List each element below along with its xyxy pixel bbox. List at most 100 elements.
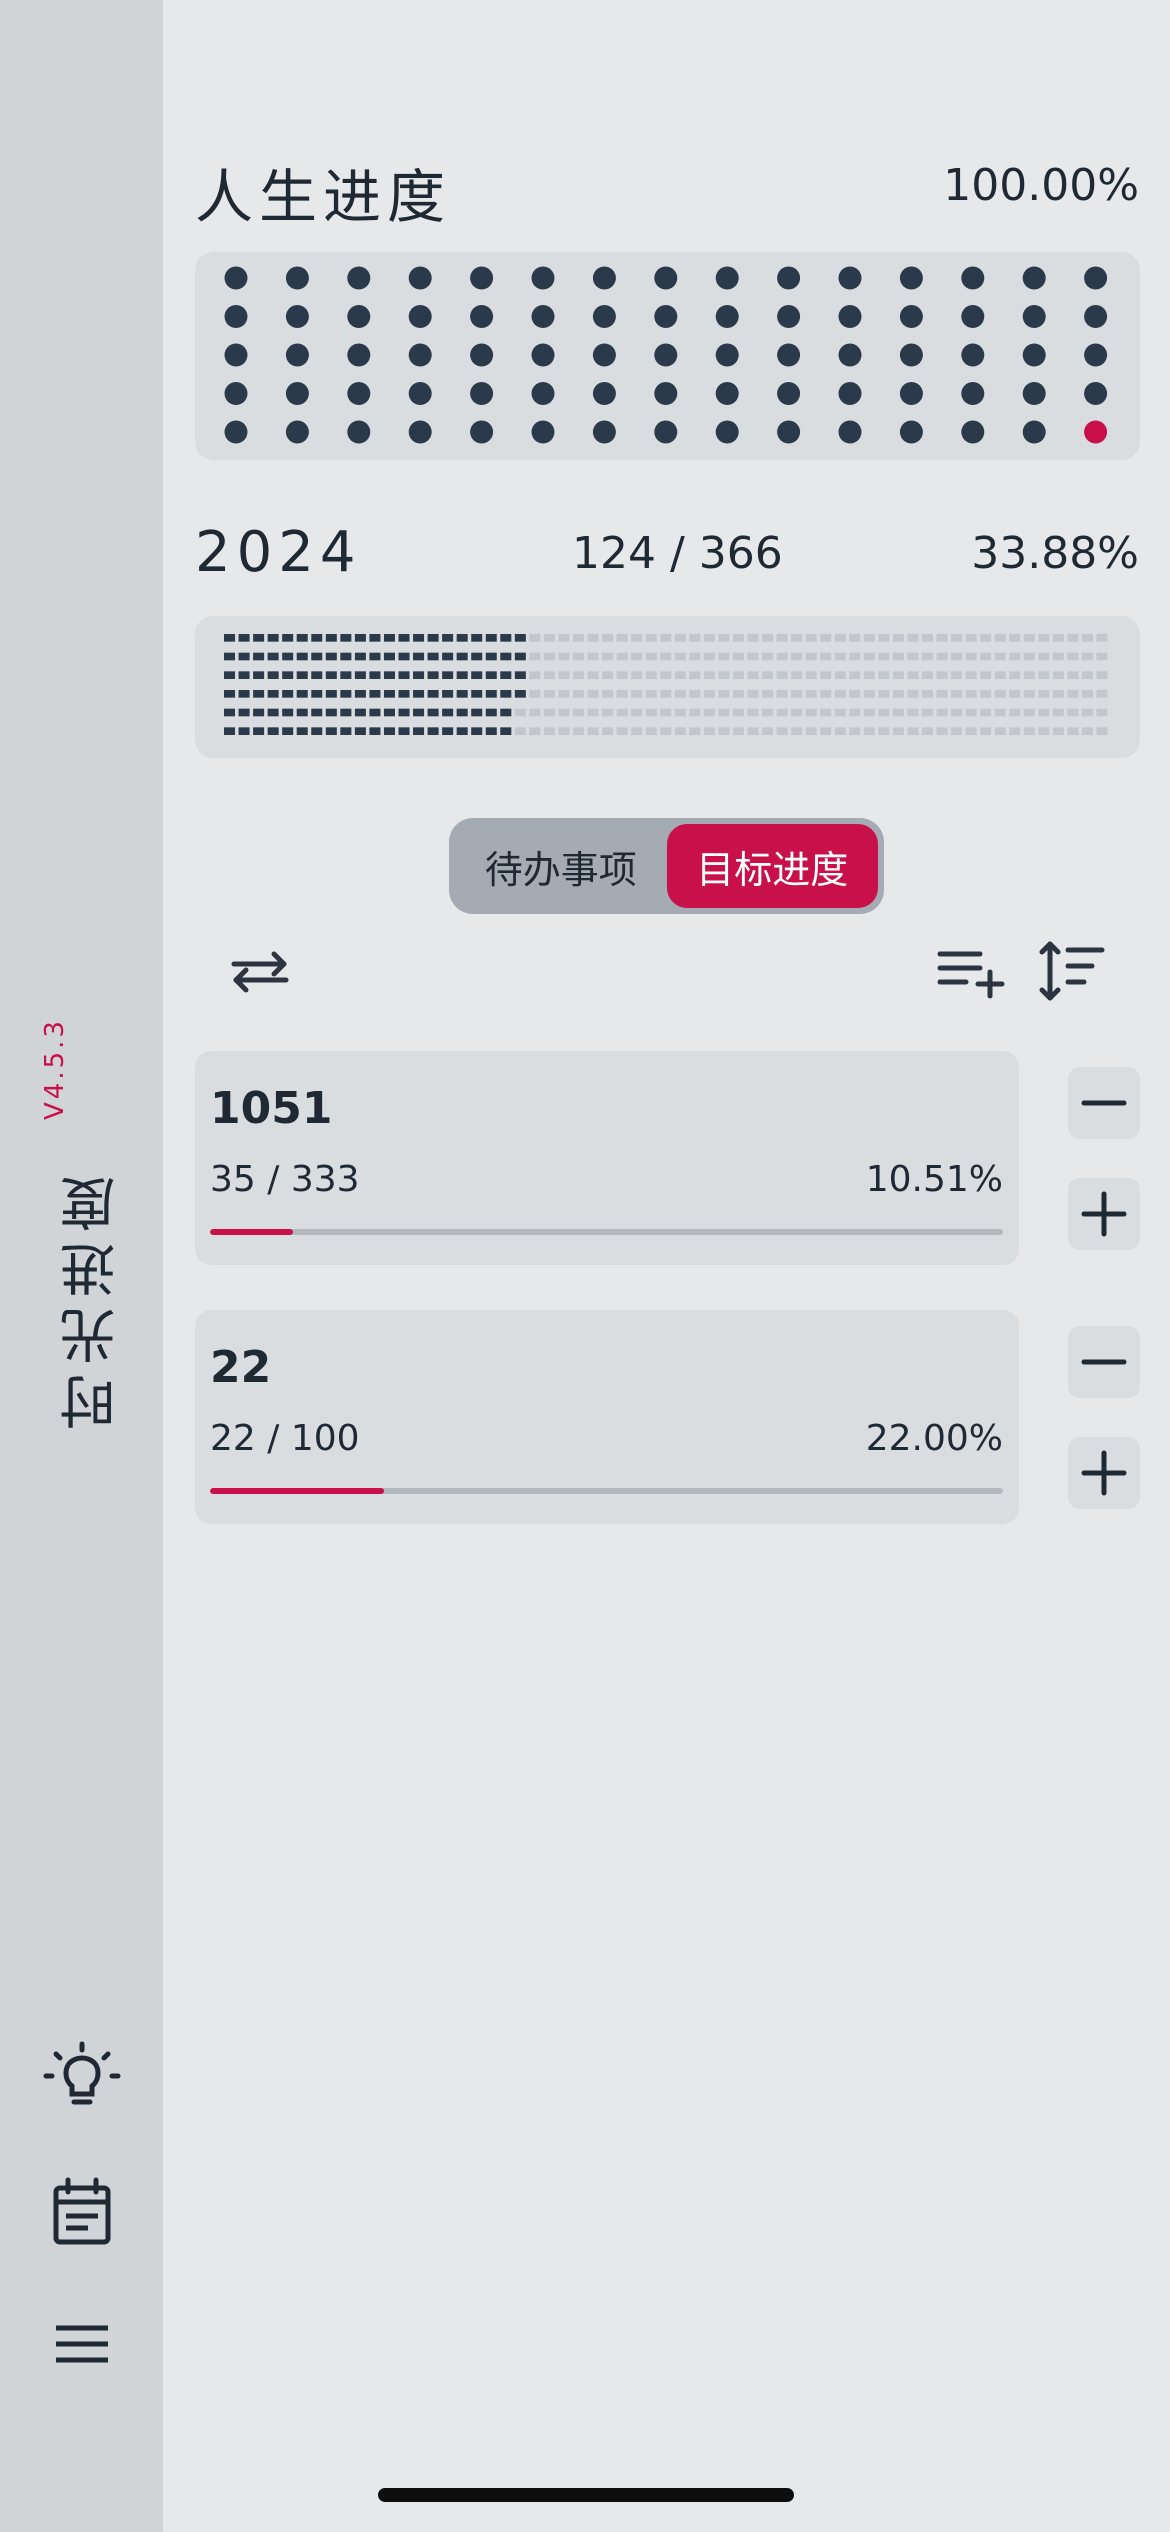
year-day-passed [413,727,425,735]
year-day-remaining [762,652,774,661]
goal-card[interactable]: 1051 35 / 333 10.51% [195,1051,1019,1265]
year-day-remaining [1038,652,1050,661]
year-day-passed [267,652,279,661]
year-day-remaining [791,690,803,698]
goal-card[interactable]: 22 22 / 100 22.00% [195,1310,1019,1524]
year-day-passed [253,671,265,679]
year-day-passed [442,652,454,661]
year-day-remaining [980,690,992,698]
year-day-remaining [616,708,628,717]
year-day-remaining [572,652,585,661]
year-day-remaining [936,634,948,642]
year-day-passed [369,634,381,642]
life-dot [838,420,862,444]
swap-arrows-icon[interactable] [220,932,300,1012]
increment-button[interactable] [1068,1437,1140,1509]
year-day-passed [253,634,265,642]
year-day-passed [413,671,425,679]
life-dot [285,266,309,290]
year-day-remaining [1096,727,1108,735]
menu-icon[interactable] [42,2304,122,2384]
year-day-remaining [936,727,948,735]
goal-name: 1051 [210,1083,333,1134]
tab-todo[interactable]: 待办事项 [455,824,667,908]
year-day-passed [296,671,308,679]
goal-count: 35 / 333 [210,1159,360,1200]
year-day-remaining [718,634,730,642]
year-day-passed [253,708,265,717]
decrement-button[interactable] [1068,1326,1140,1398]
year-day-remaining [892,708,904,717]
year-day-remaining [689,708,701,717]
year-day-remaining [863,690,875,698]
year-day-remaining [602,671,614,679]
tab-goals[interactable]: 目标进度 [666,824,878,908]
year-day-remaining [1009,671,1021,679]
year-day-remaining [921,671,934,679]
year-day-remaining [1038,634,1050,642]
life-dot [654,305,678,328]
year-day-remaining [1038,708,1050,717]
year-day-remaining [747,690,759,698]
year-day-remaining [543,652,555,661]
calendar-icon[interactable] [42,2172,122,2252]
year-day-passed [383,671,395,679]
lightbulb-icon[interactable] [42,2040,122,2120]
year-day-remaining [762,690,774,698]
playlist-add-icon[interactable] [932,932,1012,1012]
year-day-remaining [951,690,963,698]
year-day-remaining [820,708,832,717]
year-day-remaining [805,652,817,661]
year-day-remaining [936,690,948,698]
year-day-remaining [529,727,541,735]
life-dot [285,382,309,405]
year-day-passed [456,634,468,642]
year-day-remaining [616,671,628,679]
year-day-passed [514,671,526,679]
year-day-remaining [1023,690,1035,698]
year-day-remaining [980,671,992,679]
life-dot [347,420,371,444]
year-day-remaining [907,690,919,698]
life-dot [592,382,616,405]
year-day-passed [500,652,512,661]
year-day-passed [427,708,439,717]
year-day-passed [514,652,526,661]
year-day-passed [413,652,425,661]
life-dot [1084,266,1108,290]
year-day-passed [369,690,381,698]
year-day-remaining [1067,708,1079,717]
year-day-passed [413,634,425,642]
year-day-passed [485,671,497,679]
year-day-remaining [776,652,788,661]
year-day-remaining [791,727,803,735]
year-day-remaining [645,634,657,642]
life-dot [1022,266,1046,290]
year-day-passed [340,727,352,735]
year-day-remaining [820,652,832,661]
year-day-remaining [776,690,788,698]
year-day-remaining [1081,671,1093,679]
year-day-remaining [1081,690,1093,698]
life-dot [654,343,678,367]
year-day-passed [311,690,323,698]
year-day-remaining [878,652,890,661]
year-day-passed [383,652,395,661]
year-day-remaining [558,727,570,735]
sort-icon[interactable] [1032,932,1112,1012]
year-day-passed [354,634,366,642]
life-dot [961,382,985,405]
year-day-remaining [616,690,628,698]
year-day-remaining [602,708,614,717]
year-title: 2024 [195,520,362,585]
increment-button[interactable] [1068,1178,1140,1250]
year-day-passed [369,671,381,679]
decrement-button[interactable] [1068,1067,1140,1139]
plus-icon [1081,1191,1127,1237]
year-day-passed [398,690,410,698]
year-day-remaining [863,708,875,717]
life-dot [715,343,739,367]
year-day-passed [369,708,381,717]
year-day-remaining [602,652,614,661]
year-day-remaining [921,727,934,735]
